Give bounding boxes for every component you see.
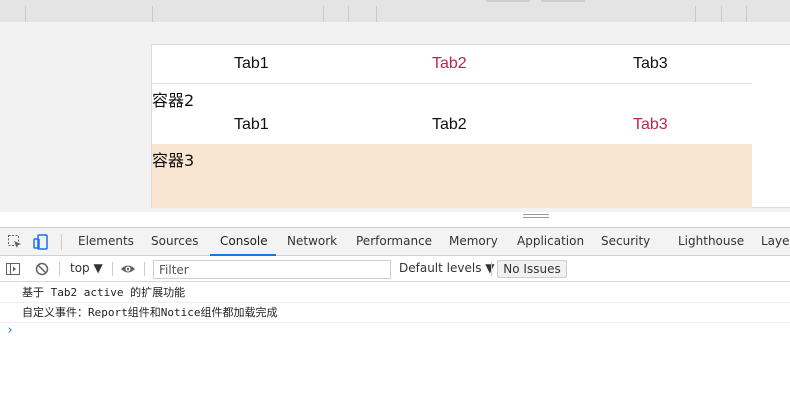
- toolbar-divider: [491, 262, 492, 276]
- toolbar-divider: [144, 262, 145, 276]
- tab-bar-divider: [152, 83, 752, 84]
- log-levels-dropdown[interactable]: Default levels ▼: [399, 261, 495, 275]
- tab-bar-container2: Tab1 Tab2 Tab3: [152, 106, 752, 144]
- tab-2[interactable]: Tab2: [432, 106, 467, 144]
- tab-performance[interactable]: Performance: [356, 228, 432, 256]
- tab-1[interactable]: Tab1: [234, 106, 269, 144]
- tab-sources[interactable]: Sources: [151, 228, 198, 256]
- toolbar-divider: [59, 262, 60, 276]
- strip-divider: [152, 6, 153, 22]
- tab-1[interactable]: Tab1: [234, 45, 269, 83]
- strip-divider: [348, 6, 349, 22]
- tab-3[interactable]: Tab3: [633, 45, 668, 83]
- container3: 容器3: [152, 144, 752, 208]
- tab-2[interactable]: Tab2: [432, 45, 467, 83]
- tab-network[interactable]: Network: [287, 228, 337, 256]
- console-message: 自定义事件：Report组件和Notice组件都加载完成: [0, 303, 790, 323]
- container3-label: 容器3: [152, 151, 195, 170]
- browser-top-strip: [0, 0, 790, 22]
- console-prompt[interactable]: ›: [6, 323, 14, 338]
- page-content: Tab1 Tab2 Tab3 容器2 Tab1 Tab2 Tab3 容器3: [151, 44, 790, 208]
- strip-divider: [323, 6, 324, 22]
- tab-application[interactable]: Application: [517, 228, 584, 256]
- tab-bar-container1: Tab1 Tab2 Tab3: [152, 45, 752, 83]
- issues-button[interactable]: No Issues: [497, 260, 567, 278]
- device-toggle-icon[interactable]: [33, 234, 49, 250]
- devtools-tab-bar: Elements Sources Console Network Perform…: [0, 228, 790, 256]
- console-toolbar: top ▼ Default levels ▼ No Issues: [0, 256, 790, 282]
- tab-memory[interactable]: Memory: [449, 228, 498, 256]
- strip-divider: [25, 6, 26, 22]
- filter-input[interactable]: [153, 260, 391, 279]
- tab-lighthouse[interactable]: Lighthouse: [678, 228, 744, 256]
- strip-tab-marker: [541, 0, 585, 2]
- strip-divider: [721, 6, 722, 22]
- tab-layers[interactable]: Layers: [761, 228, 790, 256]
- sidebar-toggle-icon[interactable]: [5, 261, 21, 277]
- context-selector[interactable]: top ▼: [70, 261, 103, 275]
- tab-console[interactable]: Console: [210, 228, 276, 256]
- toolbar-divider: [112, 262, 113, 276]
- inspect-icon[interactable]: [7, 234, 23, 250]
- eye-icon[interactable]: [120, 261, 136, 277]
- devtools-resize-handle[interactable]: [523, 214, 549, 220]
- toolbar-divider: [61, 234, 62, 250]
- strip-divider: [746, 6, 747, 22]
- tab-3[interactable]: Tab3: [633, 106, 668, 144]
- strip-divider: [695, 6, 696, 22]
- tab-elements[interactable]: Elements: [78, 228, 134, 256]
- console-message: 基于 Tab2 active 的扩展功能: [0, 283, 790, 303]
- clear-console-icon[interactable]: [34, 261, 50, 277]
- tab-security[interactable]: Security: [601, 228, 650, 256]
- strip-divider: [376, 6, 377, 22]
- strip-tab-marker: [486, 0, 530, 2]
- devtools-panel: Elements Sources Console Network Perform…: [0, 227, 790, 406]
- page-viewport: Tab1 Tab2 Tab3 容器2 Tab1 Tab2 Tab3 容器3: [0, 22, 790, 212]
